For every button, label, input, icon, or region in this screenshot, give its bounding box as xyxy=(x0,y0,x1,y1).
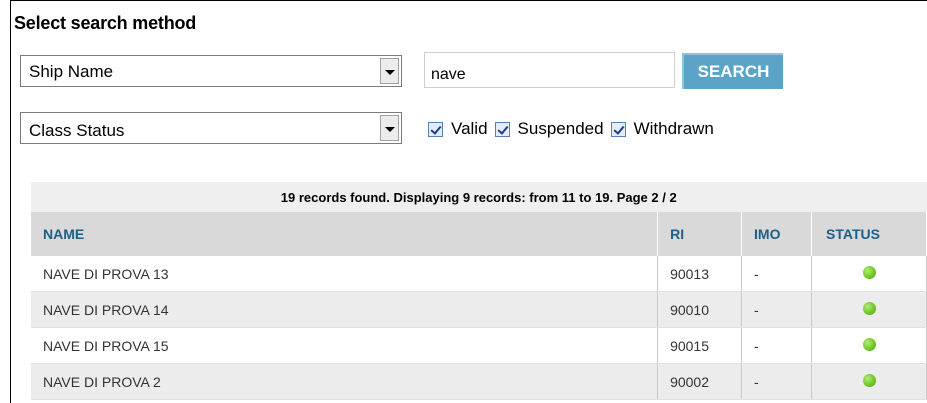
table-header-row: NAME RI IMO STATUS xyxy=(31,212,927,256)
search-field-value: Ship Name xyxy=(29,62,114,81)
column-header-status[interactable]: STATUS xyxy=(811,212,927,256)
row-ri: 90002 xyxy=(657,363,743,400)
row-imo: - xyxy=(741,327,813,364)
search-button[interactable]: SEARCH xyxy=(682,53,783,89)
row-status xyxy=(811,256,927,292)
row-name[interactable]: NAVE DI PROVA 13 xyxy=(31,256,659,292)
withdrawn-checkbox[interactable] xyxy=(610,121,626,137)
column-header-imo[interactable]: IMO xyxy=(741,212,813,256)
chevron-down-icon[interactable] xyxy=(380,115,399,141)
valid-checkbox[interactable] xyxy=(428,121,443,137)
table-row[interactable]: NAVE DI PROVA 13 90013 - xyxy=(31,256,927,292)
chevron-down-icon[interactable] xyxy=(380,58,399,84)
row-status xyxy=(811,327,927,364)
table-row[interactable]: NAVE DI PROVA 14 90010 - xyxy=(31,291,927,328)
status-green-icon xyxy=(862,373,876,387)
status-green-icon xyxy=(862,337,876,351)
frame-left-border xyxy=(10,0,11,403)
row-name[interactable]: NAVE DI PROVA 14 xyxy=(31,291,659,328)
column-header-ri[interactable]: RI xyxy=(657,212,743,256)
row-imo: - xyxy=(741,363,813,400)
row-imo: - xyxy=(741,291,813,328)
search-field-select[interactable]: Ship Name xyxy=(20,55,402,87)
row-imo: - xyxy=(741,256,813,292)
suspended-checkbox-label: Suspended xyxy=(517,119,604,138)
status-filter-value: Class Status xyxy=(29,121,125,140)
status-checkbox-group: Valid Suspended Withdrawn xyxy=(428,114,721,144)
row-status xyxy=(811,291,927,328)
row-name[interactable]: NAVE DI PROVA 2 xyxy=(31,363,659,400)
results-table: 19 records found. Displaying 9 records: … xyxy=(31,182,927,400)
column-header-name[interactable]: NAME xyxy=(31,212,659,256)
withdrawn-checkbox-label: Withdrawn xyxy=(633,119,714,138)
row-ri: 90013 xyxy=(657,256,743,292)
frame-top-border xyxy=(10,0,927,1)
row-ri: 90010 xyxy=(657,291,743,328)
suspended-checkbox[interactable] xyxy=(494,121,510,137)
search-input[interactable] xyxy=(424,52,675,88)
row-status xyxy=(811,363,927,400)
results-info-row: 19 records found. Displaying 9 records: … xyxy=(31,182,927,212)
row-ri: 90015 xyxy=(657,327,743,364)
results-info-text: 19 records found. Displaying 9 records: … xyxy=(31,182,927,212)
table-row[interactable]: NAVE DI PROVA 15 90015 - xyxy=(31,327,927,364)
status-green-icon xyxy=(862,265,876,279)
table-row[interactable]: NAVE DI PROVA 2 90002 - xyxy=(31,363,927,400)
results-table-container: 19 records found. Displaying 9 records: … xyxy=(31,182,927,400)
status-green-icon xyxy=(862,301,876,315)
status-filter-select[interactable]: Class Status xyxy=(20,112,402,144)
page-title: Select search method xyxy=(14,13,197,33)
row-name[interactable]: NAVE DI PROVA 15 xyxy=(31,327,659,364)
valid-checkbox-label: Valid xyxy=(451,119,488,138)
